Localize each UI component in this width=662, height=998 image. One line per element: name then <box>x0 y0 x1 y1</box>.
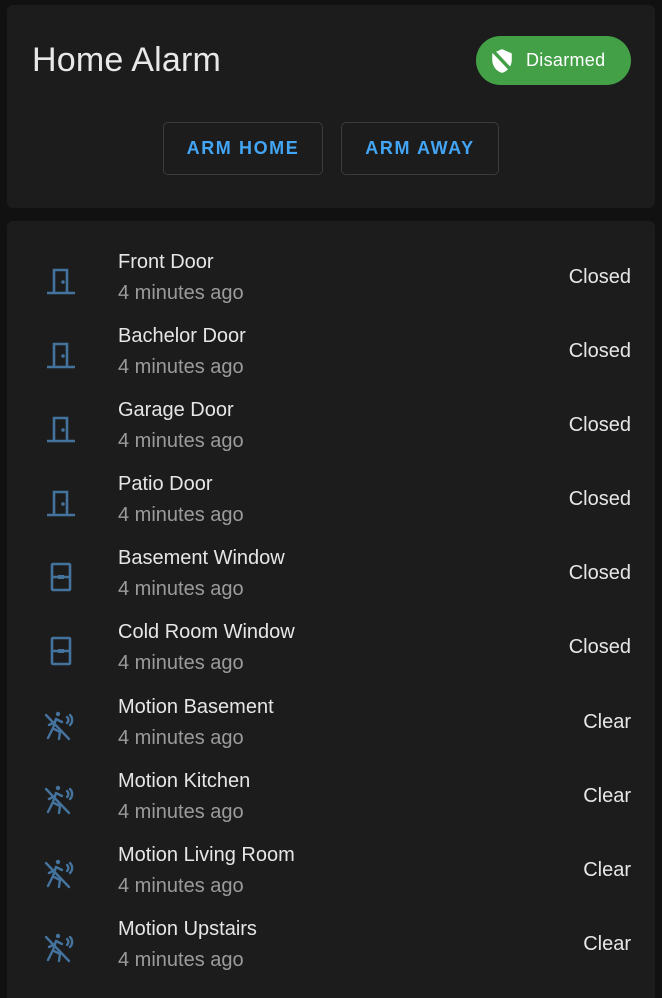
entity-state: Clear <box>583 859 631 881</box>
alarm-panel-card: Home Alarm Disarmed ARM HOME ARM AWAY <box>7 5 655 208</box>
entity-name: Garage Door <box>118 399 234 421</box>
entity-state: Closed <box>568 266 631 288</box>
window-closed-icon <box>43 559 79 595</box>
door-closed-icon <box>43 337 79 373</box>
entity-name: Bachelor Door <box>118 325 246 347</box>
entity-state: Closed <box>568 340 631 362</box>
motion-sensor-off-icon <box>43 782 79 818</box>
entity-row-cold-room-window[interactable]: Cold Room Window 4 minutes ago Closed <box>7 614 655 688</box>
entity-row-motion-living-room[interactable]: Motion Living Room 4 minutes ago Clear <box>7 837 655 911</box>
entity-last-changed: 4 minutes ago <box>118 430 244 452</box>
entity-name: Front Door <box>118 251 214 273</box>
entity-last-changed: 4 minutes ago <box>118 356 244 378</box>
alarm-status-label: Disarmed <box>526 50 606 70</box>
entity-last-changed: 4 minutes ago <box>118 652 244 674</box>
entity-row-bachelor-door[interactable]: Bachelor Door 4 minutes ago Closed <box>7 318 655 392</box>
alarm-title: Home Alarm <box>32 41 222 79</box>
door-closed-icon <box>43 411 79 447</box>
entity-row-patio-door[interactable]: Patio Door 4 minutes ago Closed <box>7 466 655 540</box>
entities-card: Front Door 4 minutes ago Closed Bachelor… <box>7 221 655 998</box>
motion-sensor-off-icon <box>43 708 79 744</box>
entity-row-motion-upstairs[interactable]: Motion Upstairs 4 minutes ago Clear <box>7 911 655 985</box>
entity-last-changed: 4 minutes ago <box>118 282 244 304</box>
entity-name: Motion Basement <box>118 696 274 718</box>
entity-row-garage-door[interactable]: Garage Door 4 minutes ago Closed <box>7 392 655 466</box>
motion-sensor-off-icon <box>43 930 79 966</box>
entity-row-motion-kitchen[interactable]: Motion Kitchen 4 minutes ago Clear <box>7 763 655 837</box>
entity-name: Patio Door <box>118 473 213 495</box>
entity-state: Clear <box>583 785 631 807</box>
entity-state: Clear <box>583 933 631 955</box>
entity-state: Closed <box>568 562 631 584</box>
entity-state: Clear <box>583 711 631 733</box>
entity-name: Motion Living Room <box>118 844 295 866</box>
shield-off-icon <box>489 48 515 74</box>
entity-state: Closed <box>568 488 631 510</box>
motion-sensor-off-icon <box>43 856 79 892</box>
window-closed-icon <box>43 633 79 669</box>
arm-away-button[interactable]: ARM AWAY <box>341 122 499 175</box>
entity-name: Basement Window <box>118 547 285 569</box>
entity-last-changed: 4 minutes ago <box>118 801 244 823</box>
entity-last-changed: 4 minutes ago <box>118 875 244 897</box>
entity-row-motion-basement[interactable]: Motion Basement 4 minutes ago Clear <box>7 689 655 763</box>
entity-state: Closed <box>568 636 631 658</box>
door-closed-icon <box>43 485 79 521</box>
entity-state: Closed <box>568 414 631 436</box>
alarm-status-badge[interactable]: Disarmed <box>476 36 631 85</box>
entity-name: Cold Room Window <box>118 621 295 643</box>
entity-row-basement-window[interactable]: Basement Window 4 minutes ago Closed <box>7 540 655 614</box>
entity-name: Motion Kitchen <box>118 770 251 792</box>
entity-name: Motion Upstairs <box>118 918 257 940</box>
entity-last-changed: 4 minutes ago <box>118 504 244 526</box>
arm-home-button[interactable]: ARM HOME <box>163 122 323 175</box>
entity-row-front-door[interactable]: Front Door 4 minutes ago Closed <box>7 244 655 318</box>
door-closed-icon <box>43 263 79 299</box>
entity-last-changed: 4 minutes ago <box>118 727 244 749</box>
entity-last-changed: 4 minutes ago <box>118 578 244 600</box>
entity-last-changed: 4 minutes ago <box>118 949 244 971</box>
